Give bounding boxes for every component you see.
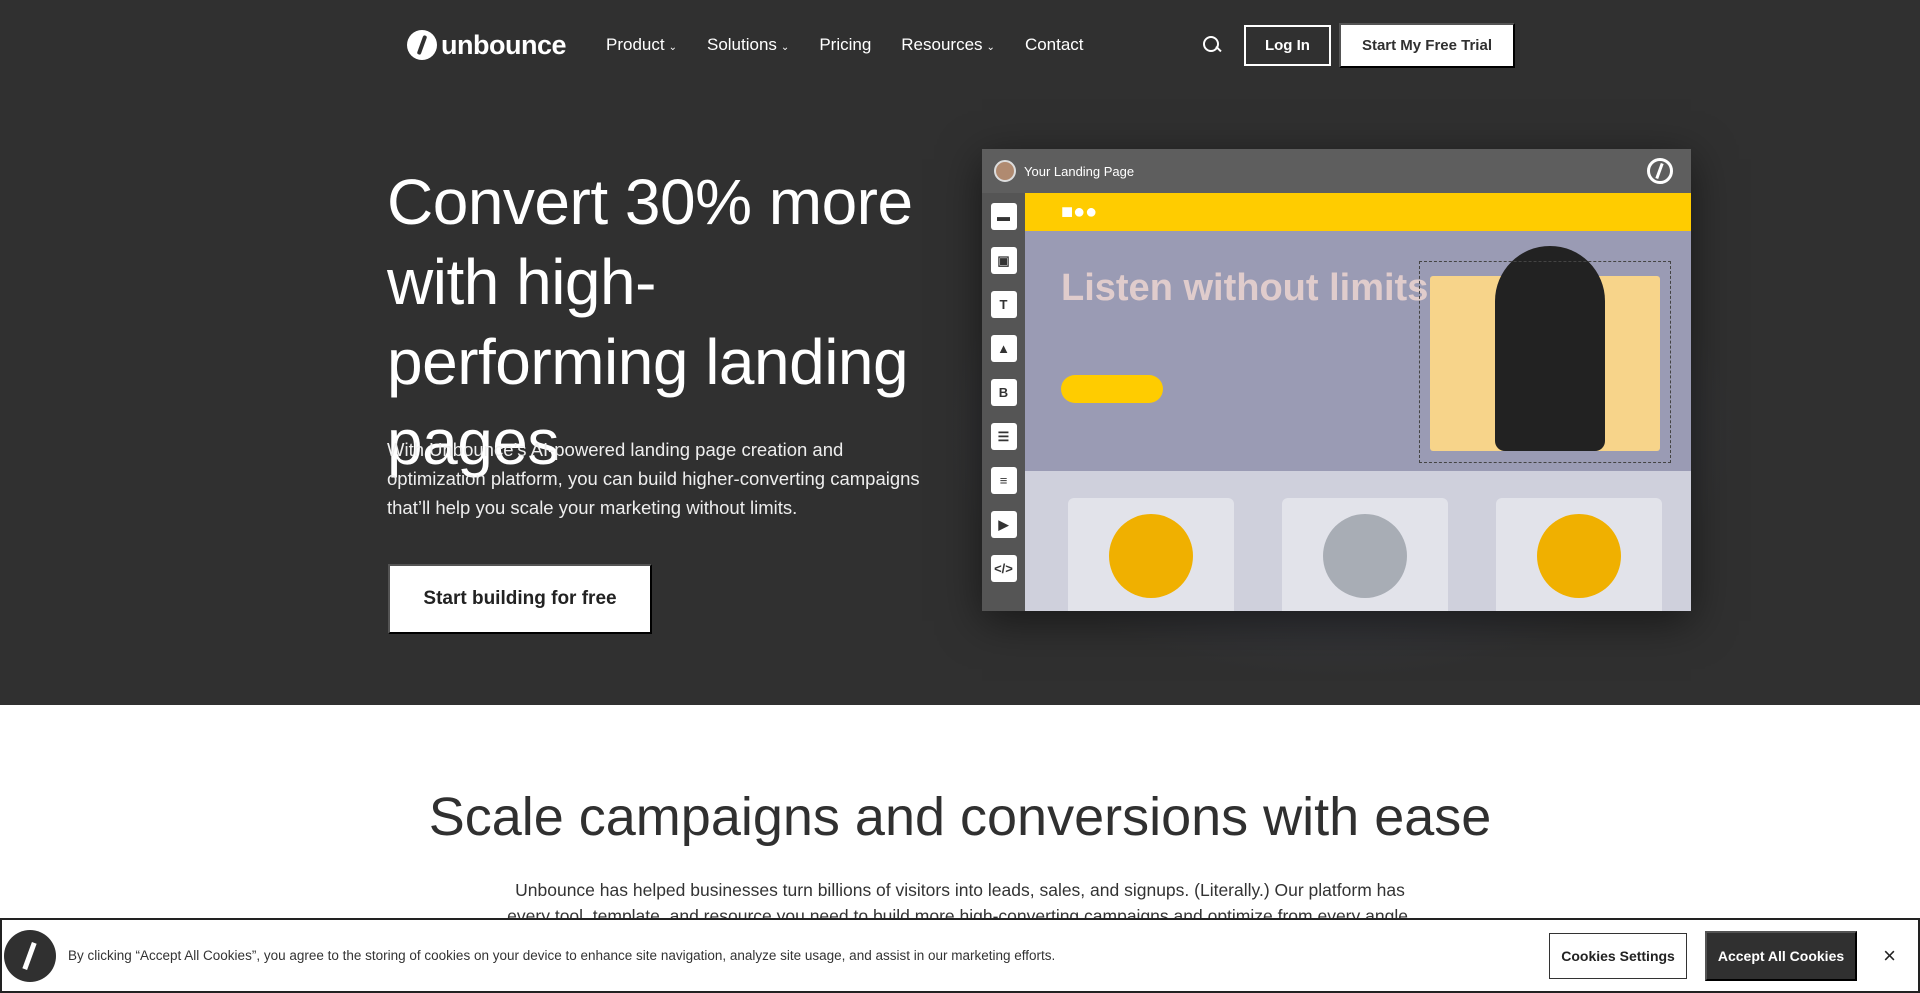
box-tool-icon: ▣ [990,247,1017,274]
section-tool-icon: ▬ [990,203,1017,230]
video-tool-icon: ▶ [990,511,1017,538]
card-photo [1537,514,1621,598]
builder-mockup: Your Landing Page ▬ ▣ T ▲ B ☰ ≡ ▶ </> ■●… [982,149,1691,611]
card [1068,498,1234,611]
list-tool-icon: ≡ [990,467,1017,494]
unbounce-logo[interactable]: unbounce [407,29,567,61]
selection-box [1419,261,1671,463]
page-canvas: ■●● Listen without limits [1025,193,1691,611]
chevron-down-icon: ⌄ [668,42,677,53]
nav-solutions[interactable]: Solutions ⌄ [707,35,789,55]
mockup-button [1061,375,1163,403]
brand-logo: ■●● [1061,200,1098,223]
mockup-title: Your Landing Page [1024,163,1135,179]
top-nav: unbounce Product ⌄ Solutions ⌄ Pricing Res… [407,22,1515,68]
cookies-settings-button[interactable]: Cookies Settings [1549,932,1687,979]
mockup-headline: Listen without limits [1061,267,1429,309]
image-tool-icon: ▲ [990,335,1017,362]
button-tool-icon: B [990,379,1017,406]
cookie-text: By clicking “Accept All Cookies”, you ag… [68,948,1056,963]
accept-cookies-button[interactable]: Accept All Cookies [1704,930,1858,981]
hero-description: With Unbounce’s AI-powered landing page … [387,439,920,518]
form-tool-icon: ☰ [990,423,1017,450]
card [1282,498,1448,611]
section-title: Scale campaigns and conversions with eas… [428,787,1492,847]
login-button[interactable]: Log In [1243,24,1331,66]
close-icon[interactable]: × [1883,943,1896,969]
code-tool-icon: </> [990,555,1017,582]
nav-label: Resources [901,35,983,54]
nav-label: Product [606,35,665,54]
start-building-button[interactable]: Start building for free [388,564,652,634]
nav-label: Solutions [706,35,777,54]
logo-text: unbounce [441,29,567,60]
hero-title: Convert 30% more with high-performing la… [387,166,913,478]
card-photo [1109,514,1193,598]
card [1496,498,1662,611]
unbounce-logo-icon [4,929,56,982]
chevron-down-icon: ⌄ [780,42,790,53]
hero-section: unbounce Product ⌄ Solutions ⌄ Pricing Res… [0,0,1920,705]
nav-contact[interactable]: Contact [1025,35,1084,55]
tool-sidebar: ▬ ▣ T ▲ B ☰ ≡ ▶ </> [982,193,1025,611]
cookie-banner: By clicking “Accept All Cookies”, you ag… [0,918,1920,993]
unbounce-logo-icon [1647,158,1673,184]
chevron-down-icon: ⌄ [986,42,995,53]
avatar [994,160,1016,182]
nav-product[interactable]: Product ⌄ [606,35,677,55]
text-tool-icon: T [990,291,1017,318]
search-icon[interactable] [1202,35,1222,55]
card-photo [1323,514,1407,598]
logo-icon [407,30,437,60]
free-trial-button[interactable]: Start My Free Trial [1338,22,1515,68]
nav-resources[interactable]: Resources ⌄ [901,35,995,55]
nav-pricing[interactable]: Pricing [819,35,871,55]
